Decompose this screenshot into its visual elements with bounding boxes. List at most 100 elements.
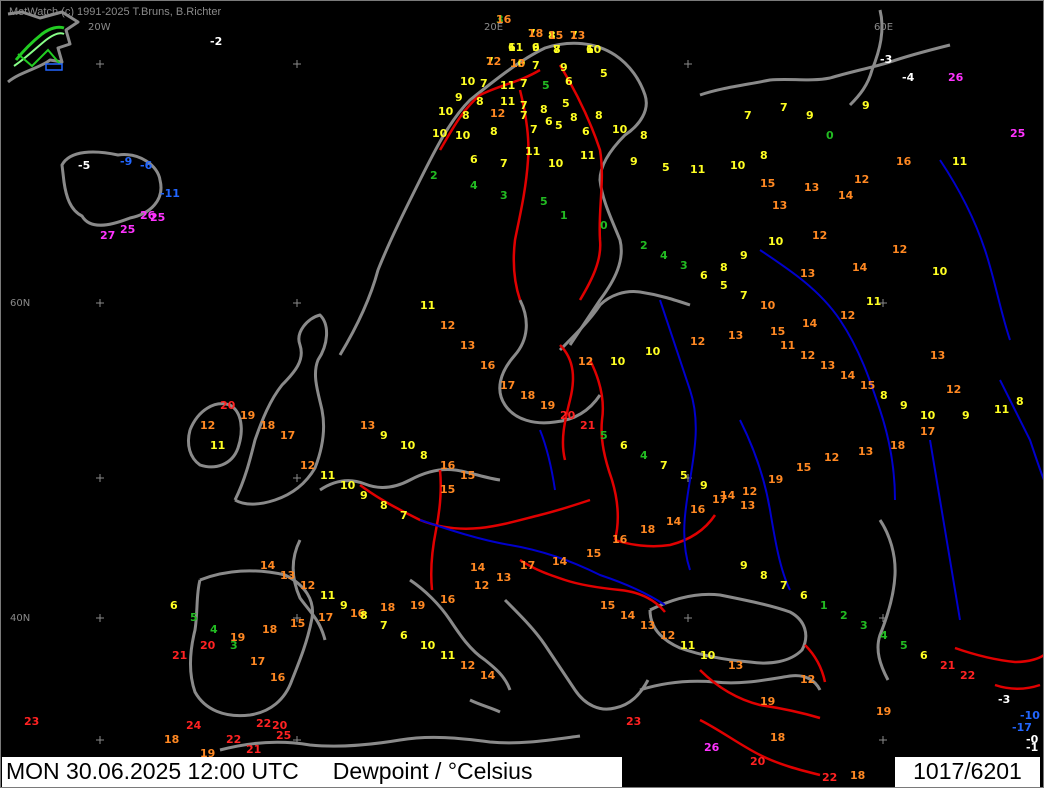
observation-value: 13: [820, 359, 836, 372]
observation-value: 9: [740, 559, 748, 572]
observation-value: 14: [620, 609, 636, 622]
observation-value: 18: [260, 419, 276, 432]
observation-value: 10: [932, 265, 948, 278]
observation-value: 3: [860, 619, 868, 632]
observation-value: 11: [952, 155, 968, 168]
observation-value: -5: [78, 159, 91, 172]
observation-value: 14: [838, 189, 854, 202]
observation-value: 15: [600, 599, 616, 612]
observation-value: 13: [772, 199, 788, 212]
observation-value: 13: [800, 267, 816, 280]
observation-value: 12: [660, 629, 676, 642]
observation-value: 16: [612, 533, 628, 546]
observation-value: 2: [640, 239, 648, 252]
observation-value: 20: [750, 755, 766, 768]
observation-value: 21: [580, 419, 596, 432]
observation-value: 9: [806, 109, 814, 122]
observation-value: 0: [826, 129, 834, 142]
observation-value: 4: [660, 249, 668, 262]
observation-value: 7: [520, 109, 528, 122]
observation-value: -3: [998, 693, 1011, 706]
observation-value: 13: [804, 181, 820, 194]
observation-value: 13: [640, 619, 656, 632]
observation-value: 18: [640, 523, 656, 536]
observation-value: -1: [1026, 741, 1039, 754]
observation-value: 6: [582, 125, 590, 138]
observation-value: 4: [880, 629, 888, 642]
graticule-cross: [96, 299, 104, 307]
observation-value: 25: [120, 223, 136, 236]
observation-value: 14: [552, 555, 568, 568]
observation-value: 20: [220, 399, 236, 412]
observation-value: 1: [560, 209, 568, 222]
observation-value: 18: [380, 601, 396, 614]
observation-value: 12: [486, 55, 502, 68]
observation-value: 0: [600, 219, 608, 232]
observation-value: 5: [562, 97, 570, 110]
observation-value: 7: [780, 579, 788, 592]
graticule-cross: [96, 474, 104, 482]
river-ural: [929, 439, 961, 621]
observation-value: 10: [432, 127, 448, 140]
observation-value: 16: [440, 593, 456, 606]
observation-value: 12: [200, 419, 216, 432]
river-vistula: [539, 429, 556, 491]
observation-value: 17: [250, 655, 266, 668]
observation-value: 9: [560, 61, 568, 74]
observation-value: 11: [320, 469, 336, 482]
observation-value: 8: [360, 609, 368, 622]
observation-value: 22: [960, 669, 976, 682]
observation-value: 18: [164, 733, 180, 746]
observation-value: 8: [760, 149, 768, 162]
observation-value: 11: [994, 403, 1010, 416]
graticule-cross: [96, 60, 104, 68]
observation-value: 7: [744, 109, 752, 122]
observation-value: 15: [290, 617, 306, 630]
credit-text: MetWatch (c) 1991-2025 T.Bruns, B.Richte…: [9, 6, 222, 18]
border-kazakh: [994, 683, 1041, 690]
graticule-cross: [293, 60, 301, 68]
observation-value: 22: [226, 733, 242, 746]
observation-value: 13: [510, 57, 526, 70]
observation-value: 8: [880, 389, 888, 402]
observation-value: 11: [440, 649, 456, 662]
observation-value: 10: [920, 409, 936, 422]
observation-value: 6: [170, 599, 178, 612]
observation-value: 12: [474, 579, 490, 592]
observation-value: 12: [800, 349, 816, 362]
observation-value: 3: [680, 259, 688, 272]
observation-value: 14: [852, 261, 868, 274]
observation-value: -17: [1012, 721, 1032, 734]
observation-value: 23: [626, 715, 642, 728]
border-eastern-europe: [614, 514, 717, 548]
observation-value: 19: [410, 599, 426, 612]
observation-value: 15: [440, 483, 456, 496]
observation-value: -6: [140, 159, 153, 172]
observation-value: 12: [892, 243, 908, 256]
observation-value: 6: [620, 439, 628, 452]
observation-value: 17: [920, 425, 936, 438]
grid-label-20w: 20W: [88, 22, 111, 33]
observation-value: -3: [880, 53, 893, 66]
observation-value: 9: [380, 429, 388, 442]
observation-value: 13: [930, 349, 946, 362]
observation-value: 18: [770, 731, 786, 744]
observation-value: 15: [796, 461, 812, 474]
border-baltics: [559, 344, 575, 461]
observation-value: 11: [525, 145, 541, 158]
status-datetime: MON 30.06.2025 12:00 UTC: [6, 758, 299, 784]
observation-value: 5: [680, 469, 688, 482]
observation-value: 12: [840, 309, 856, 322]
observation-value: 8: [476, 95, 484, 108]
observation-value: 12: [812, 229, 828, 242]
observation-value: 6: [920, 649, 928, 662]
observation-value: 21: [172, 649, 188, 662]
observation-value: 22: [256, 717, 272, 730]
observation-value: 12: [742, 485, 758, 498]
observation-value: 17: [500, 379, 516, 392]
border-poland-east: [588, 359, 620, 541]
observation-value: 10: [768, 235, 784, 248]
observation-value: 7: [660, 459, 668, 472]
observation-value: 6: [470, 153, 478, 166]
coastline-turkey: [639, 674, 822, 692]
